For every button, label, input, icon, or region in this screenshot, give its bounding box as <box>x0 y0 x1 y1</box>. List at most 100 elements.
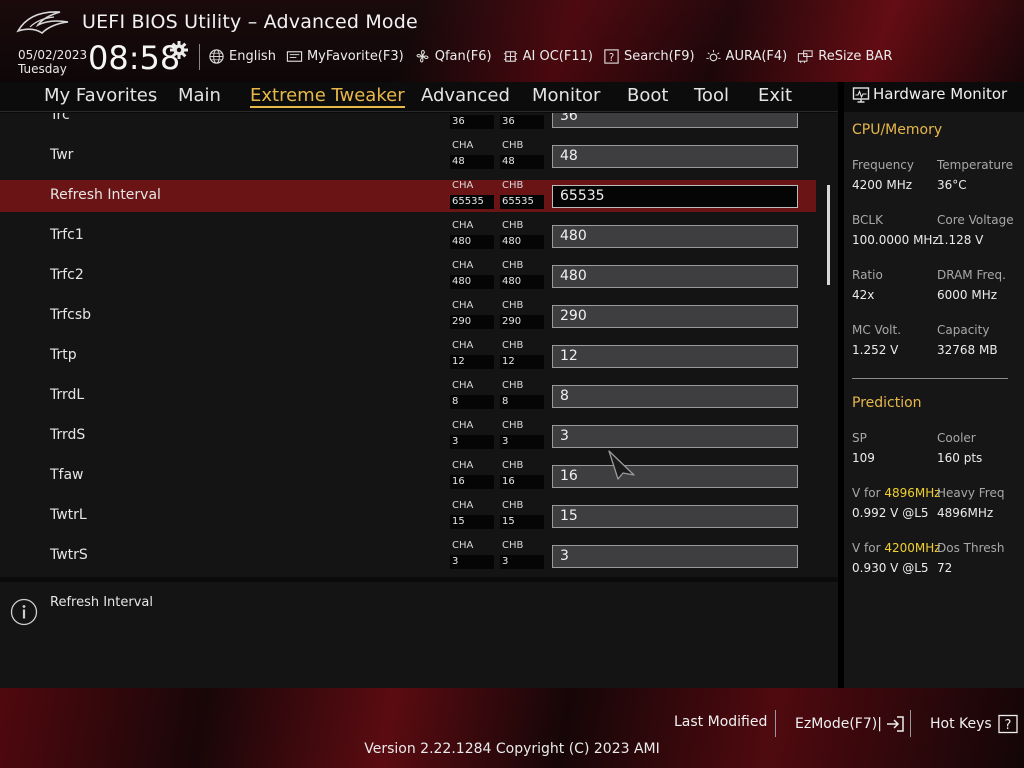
cha-readout: CHA 12 <box>450 340 494 372</box>
mc-volt-value: 1.252 V <box>852 343 899 357</box>
cha-readout: CHA 290 <box>450 300 494 332</box>
setting-value-input[interactable]: 480 <box>552 265 798 288</box>
setting-row-trrds[interactable]: TrrdS CHA 3 CHB 3 3 <box>0 420 816 452</box>
list-scrollbar[interactable] <box>827 185 830 285</box>
aura-icon <box>705 49 721 61</box>
chb-value: 290 <box>500 315 544 329</box>
resizebar-button[interactable]: ReSize BAR <box>797 48 892 65</box>
version-text: Version 2.22.1284 Copyright (C) 2023 AMI <box>364 741 660 757</box>
setting-row-twr[interactable]: Twr CHA 48 CHB 48 48 <box>0 140 816 172</box>
chb-value: 8 <box>500 395 544 409</box>
prediction-section-title: Prediction <box>852 395 922 411</box>
setting-row-trtp[interactable]: Trtp CHA 12 CHB 12 12 <box>0 340 816 372</box>
setting-row-trfc2[interactable]: Trfc2 CHA 480 CHB 480 480 <box>0 260 816 292</box>
hardware-monitor-title: Hardware Monitor <box>873 85 1008 103</box>
cha-readout: CHA 48 <box>450 140 494 172</box>
setting-label: TrrdS <box>50 427 86 443</box>
setting-row-trc[interactable]: Trc CHA36 CHB36 36 <box>0 113 816 132</box>
chb-header: CHB <box>502 140 524 151</box>
temperature-label: Temperature <box>937 158 1014 172</box>
cha-readout: CHA36 <box>450 113 494 132</box>
myfavorite-label: MyFavorite(F3) <box>306 48 404 64</box>
cha-value: 480 <box>450 235 494 249</box>
setting-value-input[interactable]: 290 <box>552 305 798 328</box>
tab-exit[interactable]: Exit <box>758 85 792 106</box>
ezmode-button[interactable]: EzMode(F7)| <box>795 714 907 734</box>
app-title: UEFI BIOS Utility – Advanced Mode <box>82 11 418 33</box>
search-button[interactable]: ? Search(F9) <box>603 48 695 65</box>
setting-value-input[interactable]: 3 <box>552 425 798 448</box>
chb-value: 12 <box>500 355 544 369</box>
setting-row-trfc1[interactable]: Trfc1 CHA 480 CHB 480 480 <box>0 220 816 252</box>
setting-row-trfcsb[interactable]: Trfcsb CHA 290 CHB 290 290 <box>0 300 816 332</box>
footer-divider <box>775 710 776 737</box>
aura-label: AURA(F4) <box>725 48 788 64</box>
chb-readout: CHB 12 <box>500 340 544 372</box>
cha-value: 8 <box>450 395 494 409</box>
setting-label: Tfaw <box>50 467 84 483</box>
toolbar: English MyFavorite(F3) Qfan(F6) AI OC(F1… <box>208 46 902 66</box>
setting-row-twtrl[interactable]: TwtrL CHA 15 CHB 15 15 <box>0 500 816 532</box>
chb-readout: CHB36 <box>500 113 544 132</box>
tab-monitor[interactable]: Monitor <box>532 85 600 106</box>
resizebar-label: ReSize BAR <box>818 48 893 64</box>
language-button[interactable]: English <box>208 48 276 65</box>
aioc-button[interactable]: AI OC(F11) <box>502 48 593 65</box>
cha-header: CHA <box>452 340 474 351</box>
core-voltage-value: 1.128 V <box>937 233 984 247</box>
setting-value-input[interactable]: 15 <box>552 505 798 528</box>
v-for-label-2: V for 4200MHz <box>852 541 941 555</box>
setting-value-input[interactable]: 3 <box>552 545 798 568</box>
tab-boot[interactable]: Boot <box>627 85 668 106</box>
cooler-label: Cooler <box>937 431 976 445</box>
toolbar-divider <box>199 44 200 70</box>
hardware-monitor-header: Hardware Monitor <box>844 82 1024 112</box>
cha-value: 48 <box>450 155 494 169</box>
setting-value-input[interactable]: 480 <box>552 225 798 248</box>
hot-keys-button[interactable]: Hot Keys ? <box>930 714 1019 734</box>
qfan-label: Qfan(F6) <box>434 48 492 64</box>
svg-text:?: ? <box>609 51 615 63</box>
ezmode-label: EzMode(F7)| <box>795 716 882 732</box>
chb-header: CHB <box>502 340 524 351</box>
main-nav: My Favorites Main Extreme Tweaker Advanc… <box>0 82 838 112</box>
chb-value: 480 <box>500 275 544 289</box>
ratio-label: Ratio <box>852 268 883 282</box>
dos-thresh-label: Dos Thresh <box>937 541 1005 555</box>
cha-header: CHA <box>452 420 474 431</box>
chb-readout: CHB 48 <box>500 140 544 172</box>
tab-advanced[interactable]: Advanced <box>421 85 510 106</box>
gear-icon[interactable] <box>169 40 189 60</box>
tab-tool[interactable]: Tool <box>694 85 729 106</box>
last-modified-button[interactable]: Last Modified <box>674 714 767 730</box>
day-value: Tuesday <box>18 62 67 76</box>
setting-row-refresh-interval[interactable]: Refresh Interval CHA 65535 CHB 65535 65535 <box>0 180 816 212</box>
setting-value-input[interactable]: 65535 <box>552 185 798 208</box>
setting-label: Twr <box>50 147 74 163</box>
setting-value-input[interactable]: 12 <box>552 345 798 368</box>
setting-value-input[interactable]: 48 <box>552 145 798 168</box>
setting-row-tfaw[interactable]: Tfaw CHA 16 CHB 16 16 <box>0 460 816 492</box>
cha-value: 290 <box>450 315 494 329</box>
dos-thresh-value: 72 <box>937 561 953 575</box>
cha-value: 480 <box>450 275 494 289</box>
footer-divider <box>910 710 911 737</box>
qfan-button[interactable]: Qfan(F6) <box>414 48 492 65</box>
cha-value: 12 <box>450 355 494 369</box>
tab-main[interactable]: Main <box>178 85 221 106</box>
cha-header: CHA <box>452 220 474 231</box>
myfavorite-button[interactable]: MyFavorite(F3) <box>286 48 404 65</box>
cha-value: 3 <box>450 555 494 569</box>
exit-arrow-icon <box>886 716 904 732</box>
setting-value-input[interactable]: 16 <box>552 465 798 488</box>
setting-value-input[interactable]: 8 <box>552 385 798 408</box>
aura-button[interactable]: AURA(F4) <box>705 48 788 65</box>
chb-readout: CHB 480 <box>500 260 544 292</box>
tab-my-favorites[interactable]: My Favorites <box>44 85 157 106</box>
tab-extreme-tweaker[interactable]: Extreme Tweaker <box>250 85 405 108</box>
heavy-freq-label: Heavy Freq <box>937 486 1005 500</box>
setting-row-twtrs[interactable]: TwtrS CHA 3 CHB 3 3 <box>0 540 816 572</box>
setting-row-trrdl[interactable]: TrrdL CHA 8 CHB 8 8 <box>0 380 816 412</box>
setting-value-input[interactable]: 36 <box>552 113 798 128</box>
fan-icon <box>416 49 429 62</box>
